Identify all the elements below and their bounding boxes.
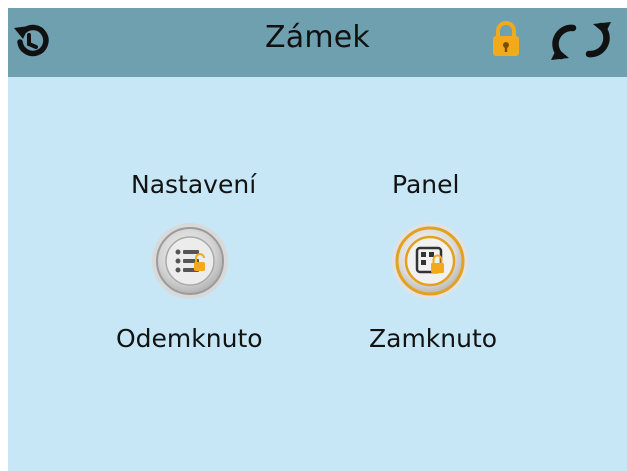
top-bar: Zámek bbox=[8, 8, 627, 77]
page-title: Zámek bbox=[265, 20, 370, 55]
lock-screen: Zámek Nastavení Odemknuto Panel Zamknuto bbox=[8, 8, 627, 471]
panel-status: Zamknuto bbox=[369, 324, 498, 353]
settings-list-icon bbox=[152, 223, 228, 299]
panel-locked-icon bbox=[392, 223, 468, 299]
panel-title: Panel bbox=[392, 170, 460, 199]
settings-title: Nastavení bbox=[131, 170, 257, 199]
padlock-locked-icon bbox=[491, 19, 521, 59]
refresh-arrows-icon[interactable] bbox=[543, 20, 621, 62]
settings-status: Odemknuto bbox=[116, 324, 263, 353]
panel-lock-button[interactable] bbox=[390, 221, 470, 301]
settings-lock-button[interactable] bbox=[150, 221, 230, 301]
